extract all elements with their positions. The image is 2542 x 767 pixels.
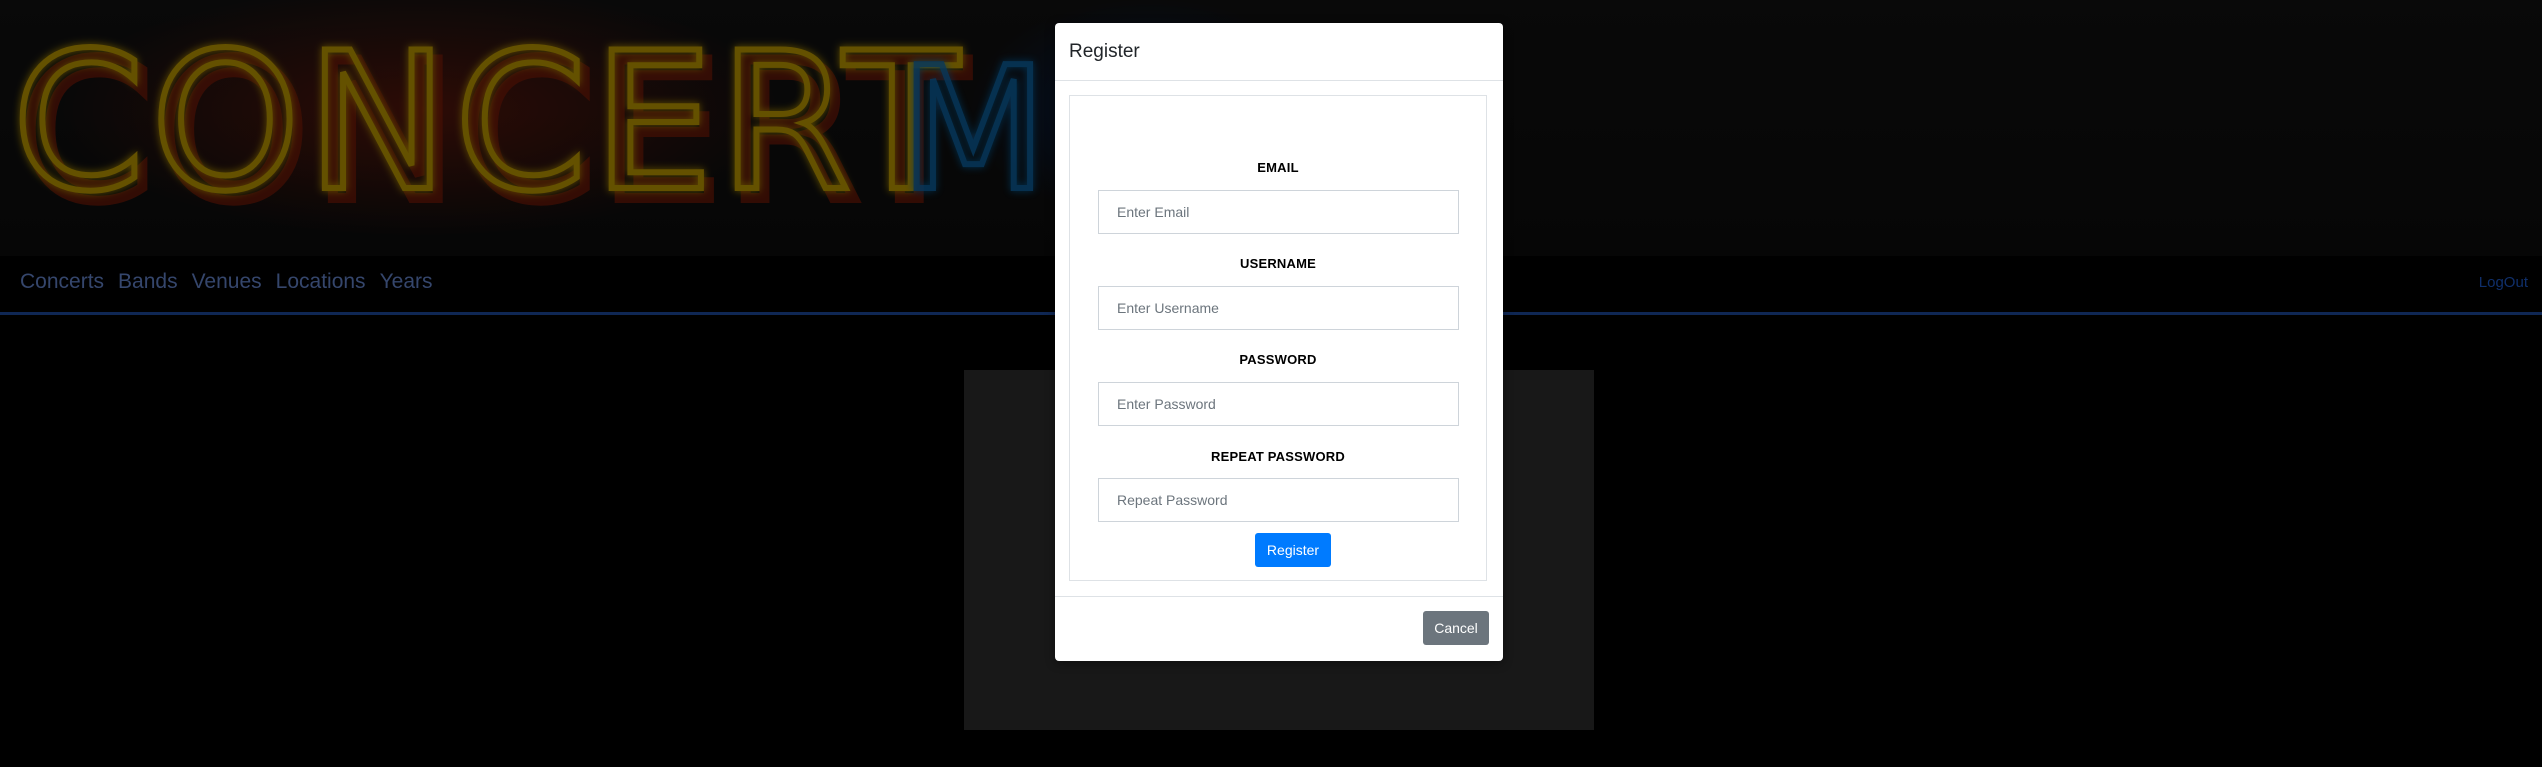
page: CONCERT CONCERT MUSE Concerts Bands Venu… bbox=[0, 0, 2542, 767]
modal-footer: Cancel bbox=[1055, 596, 1503, 662]
modal-header: Register bbox=[1055, 23, 1503, 81]
register-button[interactable]: Register bbox=[1255, 533, 1331, 567]
register-form: EMAIL USERNAME PASSWORD REPEAT PASSWORD … bbox=[1069, 95, 1487, 581]
email-input[interactable] bbox=[1098, 190, 1459, 234]
repeat-password-label: REPEAT PASSWORD bbox=[1211, 449, 1345, 464]
register-modal: Register EMAIL USERNAME PASSWORD REPEAT … bbox=[1055, 23, 1503, 661]
username-label: USERNAME bbox=[1240, 256, 1316, 271]
cancel-button[interactable]: Cancel bbox=[1423, 611, 1489, 645]
password-label: PASSWORD bbox=[1239, 352, 1317, 367]
username-input[interactable] bbox=[1098, 286, 1459, 330]
modal-title: Register bbox=[1069, 40, 1140, 62]
email-label: EMAIL bbox=[1257, 160, 1299, 175]
password-input[interactable] bbox=[1098, 382, 1459, 426]
repeat-password-input[interactable] bbox=[1098, 478, 1459, 522]
